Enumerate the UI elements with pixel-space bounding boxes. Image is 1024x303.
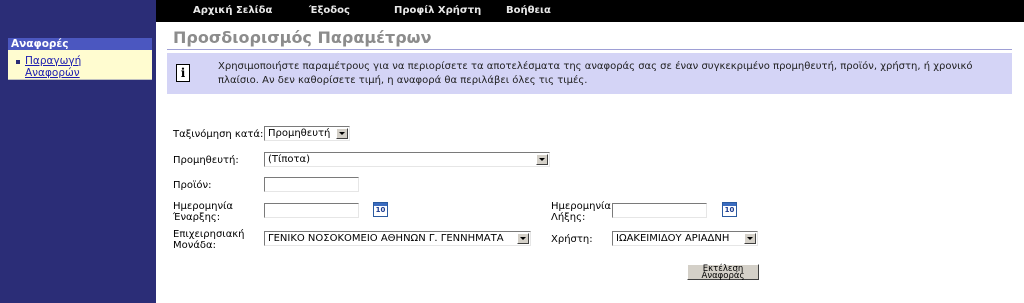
chevron-down-icon[interactable] [517,233,529,244]
business-unit-label-line: Μονάδα: [173,240,217,251]
business-unit-value: ΓΕΝΙΚΟ ΝΟΣΟΚΟΜΕΙΟ ΑΘΗΝΩΝ Γ. ΓΕΝΝΗΜΑΤΑ [268,233,504,244]
product-label: Προϊόν: [173,180,212,191]
info-text-line: πλαίσιο. Αν δεν καθορίσετε τιμή, η αναφο… [218,75,588,86]
sidebar-item-label: Παραγωγή [25,55,82,67]
end-date-label-line: Λήξης: [551,212,586,223]
nav-help-link[interactable]: Βοήθεια [506,5,551,16]
start-date-label-line: Ημερομηνία [173,201,234,212]
page-title: Προσδιορισμός Παραμέτρων [173,28,432,47]
calendar-icon[interactable]: 10 [373,202,388,217]
supplier-select[interactable]: (Τίποτα) [264,152,550,167]
sort-by-value: Προμηθευτή [268,128,331,139]
sort-by-label: Ταξινόμηση κατά: [173,129,264,140]
end-date-input[interactable] [612,203,707,218]
supplier-value: (Τίποτα) [268,154,311,165]
sidebar-item-report-generation[interactable]: Παραγωγή Αναφορών [25,55,135,79]
calendar-icon-number: 10 [375,206,386,214]
nav-logout-link[interactable]: Έξοδος [309,5,350,16]
title-divider [167,49,1012,50]
chevron-down-icon[interactable] [336,128,348,139]
business-unit-label: Επιχειρησιακή Μονάδα: [173,229,245,251]
info-text-line: Χρησιμοποιήστε παραμέτρους για να περιορ… [218,61,973,72]
nav-user-profile-link[interactable]: Προφίλ Χρήστη [394,5,481,16]
business-unit-label-line: Επιχειρησιακή [173,229,245,240]
run-report-button-label: Αναφοράς [701,271,745,281]
start-date-label: Ημερομηνία Έναρξης: [173,201,233,223]
product-input[interactable] [264,177,359,192]
calendar-icon-number: 10 [724,206,735,214]
bullet-icon [16,60,20,64]
business-unit-select[interactable]: ΓΕΝΙΚΟ ΝΟΣΟΚΟΜΕΙΟ ΑΘΗΝΩΝ Γ. ΓΕΝΝΗΜΑΤΑ [264,231,531,246]
start-date-input[interactable] [264,203,359,218]
info-text: Χρησιμοποιήστε παραμέτρους για να περιορ… [218,60,998,88]
calendar-icon[interactable]: 10 [722,202,737,217]
chevron-down-icon[interactable] [744,233,756,244]
sidebar-item-label: Αναφορών [25,67,80,79]
end-date-label-line: Ημερομηνία [551,201,612,212]
nav-home-link[interactable]: Αρχική Σελίδα [193,5,272,16]
user-select[interactable]: ΙΩΑΚΕΙΜΙΔΟΥ ΑΡΙΑΔΝΗ [612,231,758,246]
start-date-label-line: Έναρξης: [173,212,221,223]
chevron-down-icon[interactable] [536,154,548,165]
user-value: ΙΩΑΚΕΙΜΙΔΟΥ ΑΡΙΑΔΝΗ [616,233,730,244]
top-navigation-bar: Αρχική Σελίδα Έξοδος Προφίλ Χρήστη Βοήθε… [156,0,1024,22]
supplier-label: Προμηθευτή: [173,155,239,166]
sidebar-divider [8,79,152,80]
sort-by-select[interactable]: Προμηθευτή [264,126,350,141]
run-report-button[interactable]: Εκτέλεση Αναφοράς [687,264,759,280]
sidebar-header-reports: Αναφορές [8,38,152,50]
info-icon: i [176,64,190,82]
user-label: Χρήστη: [551,234,593,245]
end-date-label: Ημερομηνία Λήξης: [551,201,611,223]
